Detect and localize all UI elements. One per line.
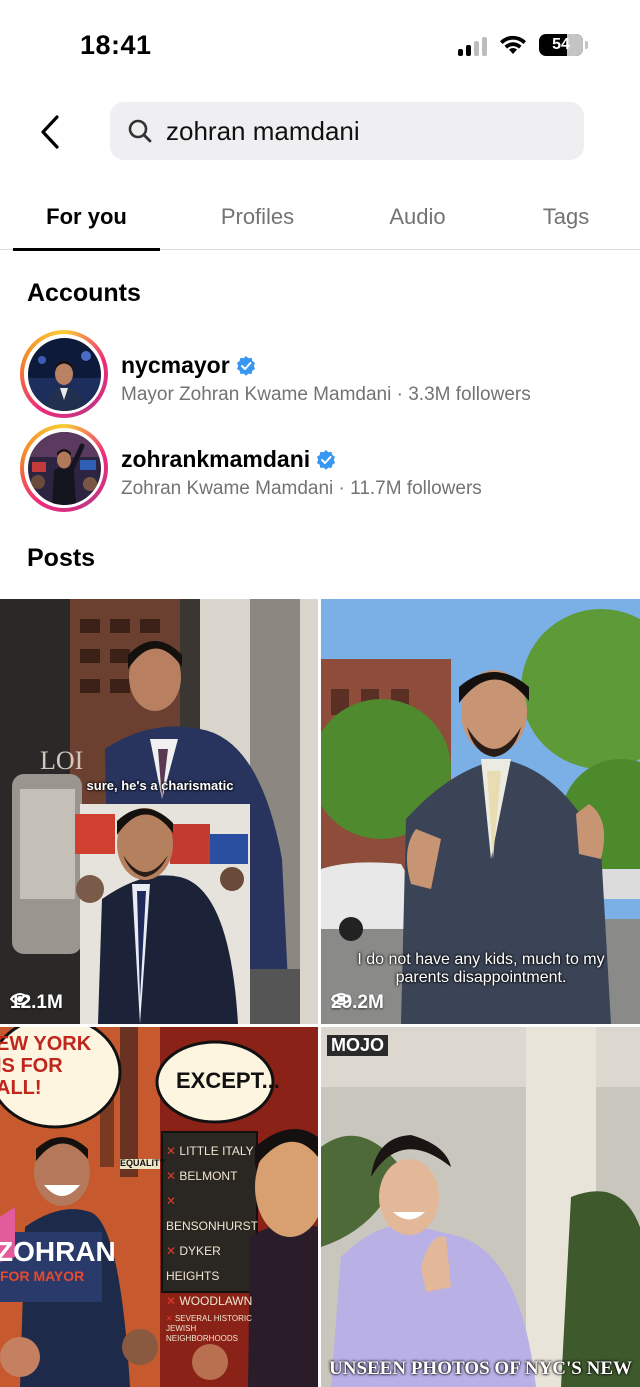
post-tile[interactable]: MOJO UNSEEN PHOTOS OF NYC'S NEW: [321, 1027, 640, 1387]
search-tabs: For you Profiles Audio Tags: [0, 190, 640, 251]
back-button[interactable]: [30, 110, 70, 154]
list-item: ✕ BENSONHURST: [166, 1194, 259, 1233]
post-caption: UNSEEN PHOTOS OF NYC'S NEW: [329, 1358, 632, 1379]
verified-badge-icon: [317, 449, 336, 470]
verified-badge-icon: [236, 355, 255, 376]
account-subtitle: Mayor Zohran Kwame Mamdani · 3.3M follow…: [121, 384, 531, 405]
brand-logo: MOJO: [327, 1035, 389, 1056]
list-item: ✕ DYKER HEIGHTS: [166, 1244, 221, 1283]
poster-title: ZOHRAN: [0, 1236, 116, 1267]
equality-sign: EQUALITY: [120, 1158, 166, 1169]
list-item: ✕ SEVERAL HISTORIC JEWISH NEIGHBORHOODS: [166, 1314, 252, 1343]
eye-icon: [10, 993, 30, 1005]
battery-percent: 54: [552, 36, 570, 53]
chevron-left-icon: [41, 115, 59, 149]
eye-icon: [331, 993, 351, 1005]
wifi-icon: [500, 35, 526, 54]
poster-subtitle: FOR MAYOR: [0, 1268, 85, 1284]
account-username: nycmayor: [121, 352, 256, 379]
avatar: [27, 337, 101, 411]
account-row-zohrankmamdani[interactable]: zohrankmamdani Zohran Kwame Mamdani · 11…: [0, 424, 640, 516]
list-item: ✕ BELMONT: [166, 1169, 238, 1183]
excluded-neighborhoods-list: ✕ LITTLE ITALY ✕ BELMONT ✕ BENSONHURST ✕…: [166, 1139, 258, 1344]
battery-icon: 54: [539, 34, 588, 56]
view-count: 29.2M: [331, 992, 384, 1013]
search-input[interactable]: zohran mamdani: [110, 102, 584, 160]
post-tile[interactable]: EW YORK IS FOR ALL! EXCEPT... EQUALITY Z…: [0, 1027, 318, 1387]
status-icons: 54: [458, 34, 588, 56]
posts-heading: Posts: [27, 544, 96, 572]
list-item: ✕ LITTLE ITALY: [166, 1144, 254, 1158]
search-header: zohran mamdani: [0, 100, 640, 164]
cellular-signal-icon: [458, 34, 487, 56]
search-query: zohran mamdani: [166, 115, 360, 146]
post-caption: sure, he's a charismatic: [86, 778, 234, 793]
post-thumbnail-image: LOI: [0, 599, 318, 1024]
post-caption: I do not have any kids, much to my paren…: [357, 951, 605, 986]
account-subtitle: Zohran Kwame Mamdani · 11.7M followers: [121, 478, 482, 499]
post-caption: EW YORK IS FOR ALL!: [0, 1033, 92, 1099]
view-count: 12.1M: [10, 992, 63, 1013]
status-bar: 18:41 54: [0, 0, 640, 96]
tab-tags[interactable]: Tags: [510, 190, 622, 250]
avatar-story-ring[interactable]: [20, 330, 108, 418]
speech-bubble-text: EXCEPT...: [176, 1068, 280, 1093]
svg-text:LOI: LOI: [40, 746, 83, 775]
accounts-heading: Accounts: [27, 279, 141, 307]
post-tile[interactable]: I do not have any kids, much to my paren…: [321, 599, 640, 1024]
account-username: zohrankmamdani: [121, 446, 336, 473]
avatar: [27, 431, 101, 505]
post-tile[interactable]: LOI sure, he's a charismatic 12.1M: [0, 599, 318, 1024]
tab-audio[interactable]: Audio: [355, 190, 480, 250]
posts-grid: LOI sure, he's a charismatic 12.1M I do …: [0, 599, 640, 1387]
tab-profiles[interactable]: Profiles: [190, 190, 325, 250]
search-icon: [126, 117, 154, 145]
post-thumbnail-image: [321, 1027, 640, 1387]
list-item: ✕ WOODLAWN: [166, 1294, 253, 1308]
account-row-nycmayor[interactable]: nycmayor Mayor Zohran Kwame Mamdani · 3.…: [0, 330, 640, 422]
status-time: 18:41: [80, 30, 152, 60]
tab-for-you[interactable]: For you: [13, 190, 160, 251]
avatar-story-ring[interactable]: [20, 424, 108, 512]
